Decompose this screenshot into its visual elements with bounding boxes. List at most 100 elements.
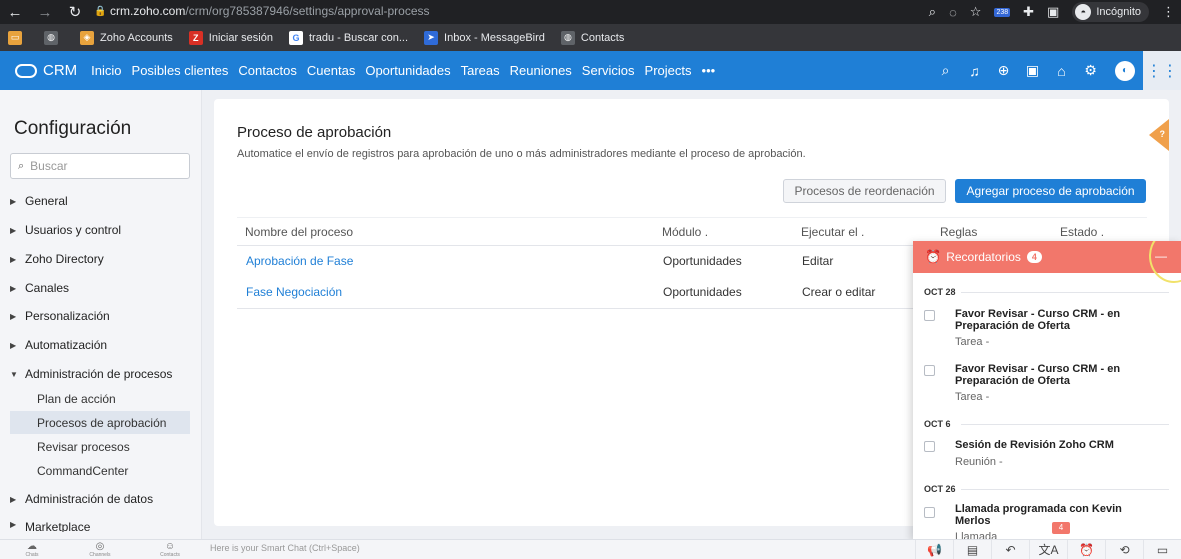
sidebar-item-admin-datos[interactable]: ▶ Administración de datos: [10, 492, 153, 506]
forward-icon[interactable]: →: [30, 4, 60, 21]
extension-badge[interactable]: 238: [994, 7, 1011, 17]
zoom-icon[interactable]: ⌕: [929, 4, 936, 20]
col-modulo[interactable]: Módulo .: [662, 225, 708, 239]
nav-projects[interactable]: Projects: [645, 63, 692, 78]
sidebar-sub-commandcenter[interactable]: CommandCenter: [10, 459, 190, 482]
translate-icon[interactable]: 文A: [1029, 540, 1067, 559]
sidebar-item-label: Administración de procesos: [25, 367, 173, 381]
settings-icon[interactable]: ⚙: [1076, 62, 1105, 79]
crm-logo-text: CRM: [43, 62, 78, 79]
sidebar-item-personalizacion[interactable]: ▶ Personalización: [10, 309, 110, 323]
calendar-icon[interactable]: ▣: [1018, 62, 1047, 79]
nav-reuniones[interactable]: Reuniones: [510, 63, 572, 78]
bookmark-tradu[interactable]: Gtradu - Buscar con...: [288, 30, 409, 45]
nav-cuentas[interactable]: Cuentas: [307, 63, 355, 78]
eye-off-icon[interactable]: ◌: [949, 5, 957, 20]
sidebar-item-general[interactable]: ▶ General: [10, 194, 68, 208]
megaphone-icon[interactable]: 📢: [915, 540, 953, 559]
avatar[interactable]: ◐: [1115, 60, 1135, 81]
contacts-icon: ☺: [164, 541, 176, 552]
bell-icon[interactable]: ♫: [960, 63, 989, 79]
reminders-panel: ⏰ Recordatorios 4 — OCT 28 Favor Revisar…: [913, 241, 1181, 539]
desktop-icon[interactable]: ▭: [1143, 540, 1181, 559]
sidebar-search-input[interactable]: ⌕ Buscar: [10, 153, 190, 179]
incognito-profile[interactable]: ◓ Incógnito: [1072, 2, 1149, 22]
bookmark-zoho-accounts[interactable]: ◈ Zoho Accounts: [80, 30, 173, 45]
nav-servicios[interactable]: Servicios: [582, 63, 635, 78]
sidebar-item-zoho-directory[interactable]: ▶ Zoho Directory: [10, 252, 104, 266]
sidebar-item-admin-procesos[interactable]: ▼ Administración de procesos: [10, 367, 172, 381]
bookmark-globe[interactable]: ◍: [44, 30, 64, 45]
apps-grid-icon[interactable]: ⋮⋮: [1143, 51, 1181, 90]
nav-contactos[interactable]: Contactos: [238, 63, 297, 78]
cursor-highlight: [1149, 241, 1181, 283]
sidepanel-icon[interactable]: ▣: [1047, 4, 1059, 20]
chats-button[interactable]: ☁ Chats: [12, 541, 52, 558]
reminder-date: OCT 6: [924, 419, 951, 429]
sidebar-item-marketplace[interactable]: ▶ Marketplace: [10, 520, 90, 532]
help-tab[interactable]: ?: [1149, 119, 1169, 151]
col-estado[interactable]: Estado .: [1060, 225, 1104, 239]
smart-chat-input[interactable]: Here is your Smart Chat (Ctrl+Space): [210, 543, 360, 553]
caret-right-icon: ▶: [10, 494, 17, 504]
sidebar-item-automatizacion[interactable]: ▶ Automatización: [10, 338, 107, 352]
nav-more[interactable]: •••: [702, 63, 716, 78]
process-module: Oportunidades: [663, 285, 742, 299]
folder-icon: ▭: [8, 30, 22, 45]
history-icon[interactable]: ⟲: [1105, 540, 1143, 559]
sidebar-item-label: Administración de datos: [25, 492, 154, 506]
kebab-menu-icon[interactable]: ⋮: [1162, 4, 1175, 20]
reminder-checkbox[interactable]: [924, 441, 935, 452]
bookmark-contacts[interactable]: ◍ Contacts: [560, 30, 625, 45]
bookmark-folder[interactable]: ▭: [8, 30, 28, 45]
browser-toolbar: ← → ↻ 🔒 crm.zoho.com/crm/org785387946/se…: [0, 0, 1181, 24]
star-icon[interactable]: ☆: [970, 4, 982, 20]
notes-icon[interactable]: ▤: [953, 540, 991, 559]
address-bar[interactable]: 🔒 crm.zoho.com/crm/org785387946/settings…: [94, 0, 1034, 22]
reminder-title[interactable]: Favor Revisar - Curso CRM - en Preparaci…: [955, 308, 1155, 332]
google-icon: G: [288, 30, 303, 45]
marketplace-icon[interactable]: ⌂: [1047, 63, 1076, 79]
sidebar-sub-revisar-procesos[interactable]: Revisar procesos: [10, 435, 190, 458]
crm-logo-icon: [15, 63, 37, 78]
search-icon[interactable]: ⌕: [931, 62, 960, 79]
caret-right-icon: ▶: [10, 283, 17, 293]
reload-icon[interactable]: ↻: [60, 3, 90, 21]
extensions-icon[interactable]: ✚: [1023, 4, 1034, 20]
nav-posibles-clientes[interactable]: Posibles clientes: [132, 63, 229, 78]
bookmark-messagebird[interactable]: ➤ Inbox - MessageBird: [424, 30, 545, 45]
bookmark-label: tradu - Buscar con...: [308, 31, 409, 44]
reorder-processes-button[interactable]: Procesos de reordenación: [783, 179, 946, 203]
crm-logo[interactable]: CRM: [15, 62, 77, 79]
bookmark-iniciar-sesion[interactable]: Z Iniciar sesión: [188, 30, 273, 45]
sidebar-sub-plan-accion[interactable]: Plan de acción: [10, 387, 190, 410]
contacts-button[interactable]: ☺ Contacts: [150, 541, 190, 558]
reminder-checkbox[interactable]: [924, 365, 935, 376]
bookmark-label: Contacts: [580, 31, 625, 44]
crm-top-nav: CRM Inicio Posibles clientes Contactos C…: [0, 51, 1181, 90]
sidebar-item-usuarios[interactable]: ▶ Usuarios y control: [10, 223, 121, 237]
add-approval-process-button[interactable]: Agregar proceso de aprobación: [955, 179, 1146, 203]
sidebar-sub-procesos-aprobacion[interactable]: Procesos de aprobación: [10, 411, 190, 434]
undo-icon[interactable]: ↶: [991, 540, 1029, 559]
channels-icon: ◎: [95, 541, 105, 552]
col-nombre: Nombre del proceso: [245, 225, 354, 239]
process-name-link[interactable]: Aprobación de Fase: [246, 254, 353, 268]
col-ejecutar[interactable]: Ejecutar el .: [801, 225, 864, 239]
back-icon[interactable]: ←: [0, 4, 30, 21]
reminder-title[interactable]: Favor Revisar - Curso CRM - en Preparaci…: [955, 363, 1155, 387]
create-icon[interactable]: ⊕: [989, 62, 1018, 79]
alarm-clock-icon[interactable]: ⏰: [1067, 540, 1105, 559]
globe-icon: ◍: [560, 30, 575, 45]
process-name-link[interactable]: Fase Negociación: [246, 285, 342, 299]
nav-inicio[interactable]: Inicio: [91, 63, 121, 78]
sidebar-item-canales[interactable]: ▶ Canales: [10, 281, 69, 295]
nav-tareas[interactable]: Tareas: [461, 63, 500, 78]
nav-oportunidades[interactable]: Oportunidades: [365, 63, 450, 78]
reminder-checkbox[interactable]: [924, 507, 935, 518]
sidebar-title: Configuración: [14, 118, 132, 139]
channels-button[interactable]: ◎ Channels: [80, 541, 120, 558]
reminder-checkbox[interactable]: [924, 310, 935, 321]
reminder-title[interactable]: Sesión de Revisión Zoho CRM: [955, 439, 1155, 451]
page-description: Automatice el envío de registros para ap…: [237, 148, 806, 160]
